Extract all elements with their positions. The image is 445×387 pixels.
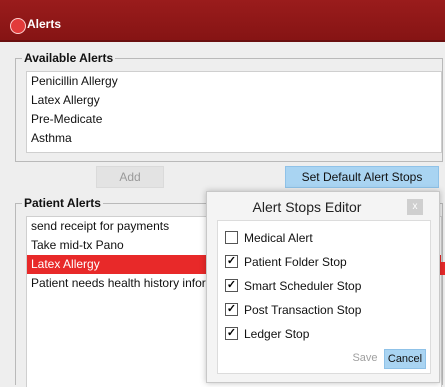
list-item[interactable]: Latex Allergy	[27, 91, 441, 110]
dialog-title: Alert Stops Editor	[252, 199, 362, 215]
list-item[interactable]: Penicillin Allergy	[27, 72, 441, 91]
medical-alert-checkbox[interactable]	[225, 231, 238, 245]
available-alerts-group: Available Alerts Penicillin Allergy Late…	[15, 51, 443, 162]
medical-alert-option[interactable]: Medical Alert	[225, 229, 313, 247]
post-transaction-stop-option[interactable]: ✓ Post Transaction Stop	[225, 301, 361, 319]
cancel-button[interactable]: Cancel	[384, 349, 426, 369]
list-item[interactable]: Pre-Medicate	[27, 110, 441, 129]
option-label: Smart Scheduler Stop	[244, 279, 362, 293]
option-label: Post Transaction Stop	[244, 303, 362, 317]
option-label: Medical Alert	[244, 231, 313, 245]
option-label: Patient Folder Stop	[244, 255, 347, 269]
post-transaction-stop-checkbox[interactable]: ✓	[225, 303, 238, 317]
patient-folder-stop-checkbox[interactable]: ✓	[225, 255, 238, 269]
list-item[interactable]: Asthma	[27, 129, 441, 148]
selection-highlight-edge	[440, 262, 445, 275]
title-bar: Alerts	[0, 0, 445, 42]
patient-alerts-legend: Patient Alerts	[22, 196, 103, 210]
save-button[interactable]: Save	[350, 349, 380, 367]
alert-stops-panel: Medical Alert ✓ Patient Folder Stop ✓ Smar…	[217, 220, 431, 374]
available-alerts-list[interactable]: Penicillin Allergy Latex Allergy Pre-Med…	[26, 71, 442, 153]
smart-scheduler-stop-option[interactable]: ✓ Smart Scheduler Stop	[225, 277, 361, 295]
window-title: Alerts	[27, 17, 62, 31]
ledger-stop-checkbox[interactable]: ✓	[225, 327, 238, 341]
alerts-logo-icon	[10, 18, 26, 34]
option-label: Ledger Stop	[244, 327, 310, 341]
ledger-stop-option[interactable]: ✓ Ledger Stop	[225, 325, 309, 343]
close-icon[interactable]: x	[407, 199, 423, 215]
patient-folder-stop-option[interactable]: ✓ Patient Folder Stop	[225, 253, 347, 271]
smart-scheduler-stop-checkbox[interactable]: ✓	[225, 279, 238, 293]
set-default-alert-stops-button[interactable]: Set Default Alert Stops	[285, 166, 439, 188]
add-button[interactable]: Add	[96, 166, 164, 188]
available-alerts-legend: Available Alerts	[22, 51, 116, 65]
alert-stops-editor-dialog: Alert Stops Editor x Medical Alert ✓ Pati…	[206, 191, 440, 383]
